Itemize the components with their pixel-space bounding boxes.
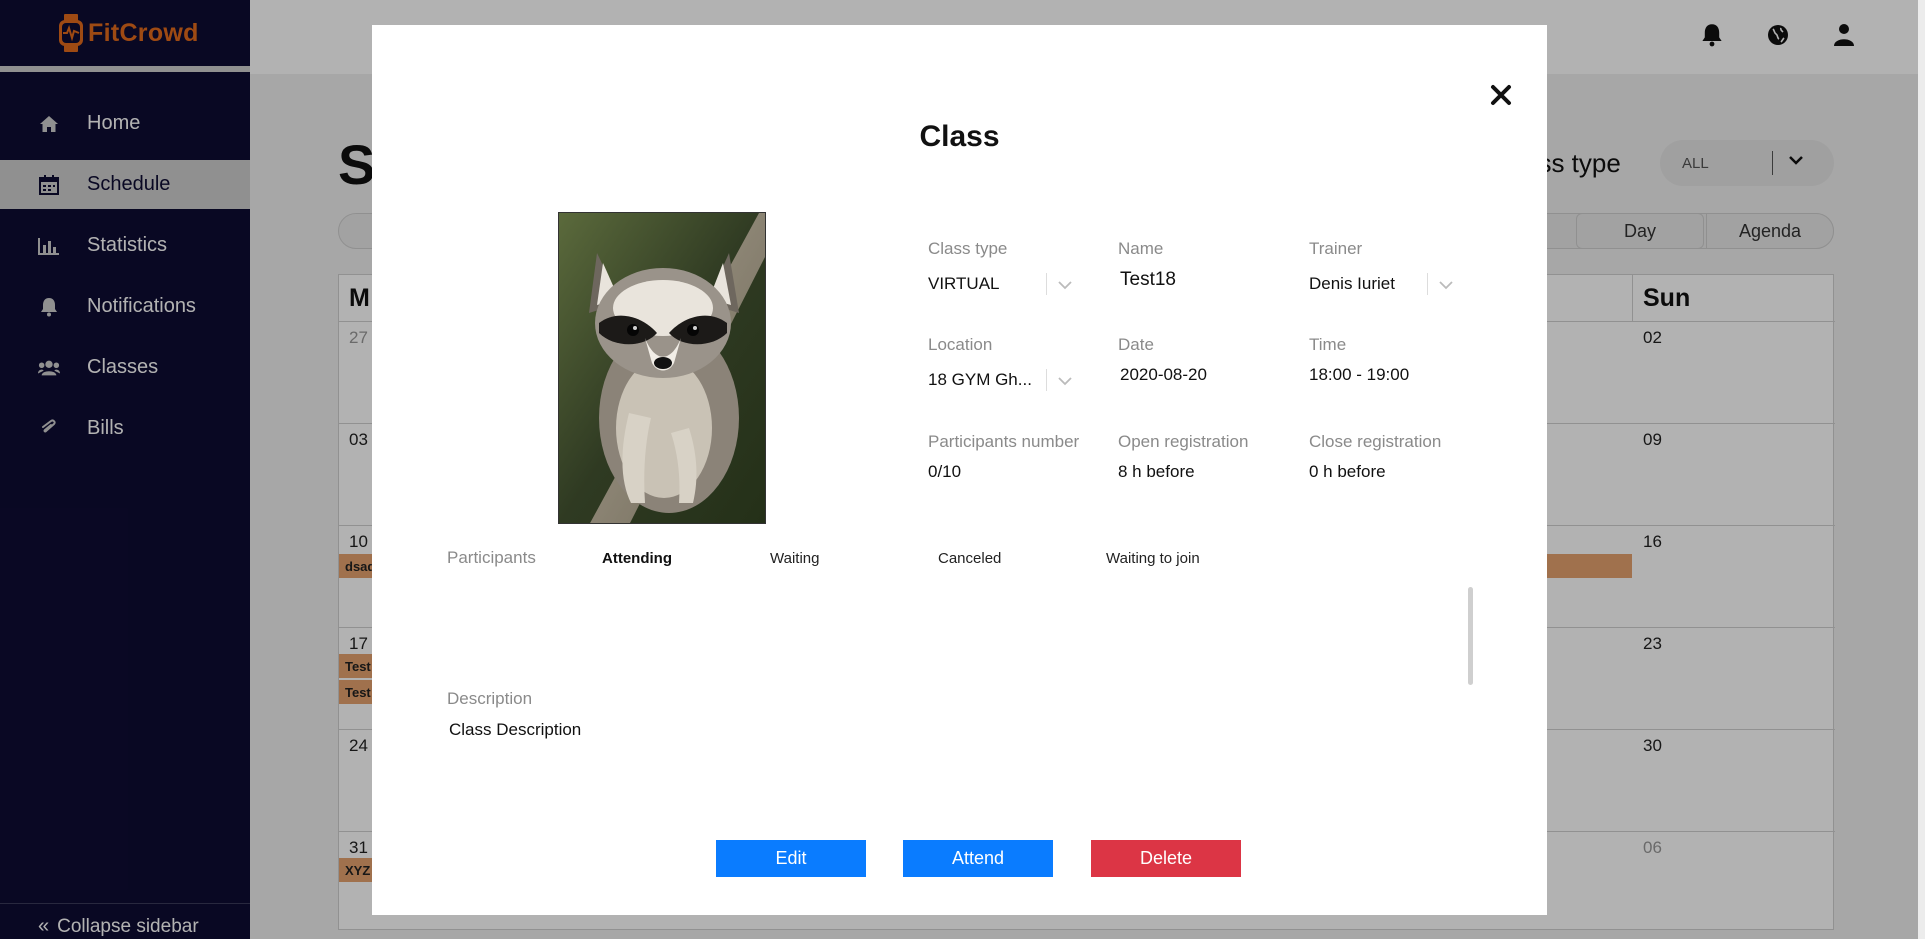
date-label: Date: [1118, 335, 1154, 354]
class-type-field: Class type VIRTUAL: [928, 239, 1098, 299]
trainer-value: Denis Iuriet: [1309, 274, 1395, 293]
location-field: Location 18 GYM Gh...: [928, 335, 1098, 395]
open-registration-field: Open registration 8 h before: [1118, 432, 1308, 482]
participants-number-value: 0/10: [928, 462, 962, 481]
open-registration-value[interactable]: 8 h before: [1118, 462, 1308, 482]
participants-number-field: Participants number 0/10: [928, 432, 1118, 482]
select-separator: [1427, 273, 1428, 295]
participants-scrollbar[interactable]: [1468, 587, 1473, 685]
close-icon: [1490, 84, 1512, 111]
name-label: Name: [1118, 239, 1164, 258]
location-value: 18 GYM Gh...: [928, 370, 1032, 389]
chevron-down-icon: [1058, 373, 1072, 391]
class-modal: Class Class type VIRTUAL Name Test18 Tra…: [372, 25, 1547, 915]
class-image: [558, 212, 766, 524]
tab-waiting-to-join[interactable]: Waiting to join: [1106, 550, 1274, 567]
date-field: Date 2020-08-20: [1118, 335, 1288, 385]
trainer-label: Trainer: [1309, 239, 1363, 258]
delete-button[interactable]: Delete: [1091, 840, 1241, 877]
tab-canceled[interactable]: Canceled: [938, 550, 1106, 567]
participants-number-label: Participants number: [928, 432, 1080, 451]
class-type-value: VIRTUAL: [928, 274, 1000, 293]
edit-button[interactable]: Edit: [716, 840, 866, 877]
select-separator: [1046, 369, 1047, 391]
tab-waiting[interactable]: Waiting: [770, 550, 938, 567]
participants-list: [447, 585, 1477, 710]
close-button[interactable]: [1486, 82, 1516, 112]
participants-tabs: Participants Attending Waiting Canceled …: [447, 548, 1274, 568]
raccoon-image: [559, 213, 765, 523]
participants-label: Participants: [447, 548, 536, 567]
time-input[interactable]: 18:00 - 19:00: [1309, 365, 1479, 385]
description-text[interactable]: Class Description: [449, 720, 581, 740]
attend-button[interactable]: Attend: [903, 840, 1053, 877]
location-select[interactable]: 18 GYM Gh...: [928, 365, 1078, 395]
time-label: Time: [1309, 335, 1347, 354]
close-registration-value[interactable]: 0 h before: [1309, 462, 1499, 482]
name-input[interactable]: Test18: [1118, 269, 1288, 291]
location-label: Location: [928, 335, 993, 354]
description-label: Description: [447, 689, 533, 708]
class-type-select[interactable]: VIRTUAL: [928, 269, 1078, 299]
close-registration-field: Close registration 0 h before: [1309, 432, 1499, 482]
modal-title: Class: [919, 120, 1000, 153]
open-registration-label: Open registration: [1118, 432, 1249, 451]
close-registration-label: Close registration: [1309, 432, 1442, 451]
time-field: Time 18:00 - 19:00: [1309, 335, 1479, 385]
trainer-select[interactable]: Denis Iuriet: [1309, 269, 1459, 299]
page-scrollbar[interactable]: [1918, 0, 1925, 939]
select-separator: [1046, 273, 1047, 295]
trainer-field: Trainer Denis Iuriet: [1309, 239, 1479, 299]
name-field: Name Test18: [1118, 239, 1288, 291]
date-input[interactable]: 2020-08-20: [1118, 365, 1288, 385]
tab-attending[interactable]: Attending: [602, 550, 770, 567]
chevron-down-icon: [1058, 277, 1072, 295]
class-type-label: Class type: [928, 239, 1008, 258]
chevron-down-icon: [1439, 277, 1453, 295]
